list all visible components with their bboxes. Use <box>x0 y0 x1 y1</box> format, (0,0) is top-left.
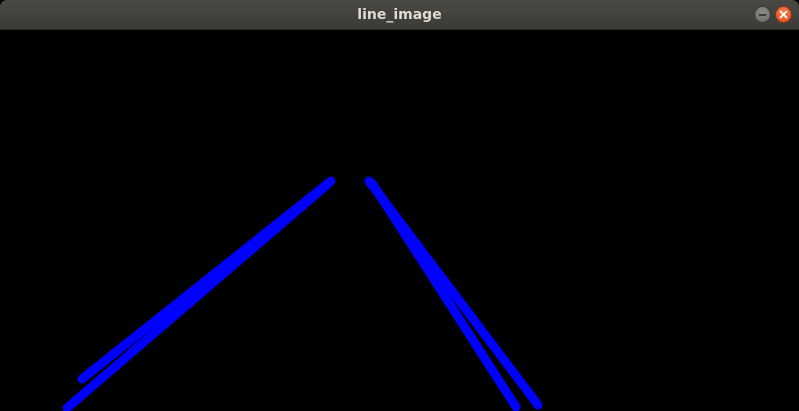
image-canvas <box>0 30 799 411</box>
line-image-drawing <box>0 30 799 411</box>
close-button[interactable] <box>775 6 792 23</box>
image-window: line_image <box>0 0 799 411</box>
minimize-button[interactable] <box>754 6 771 23</box>
title-bar[interactable]: line_image <box>0 0 799 30</box>
window-controls <box>754 6 792 23</box>
window-title: line_image <box>357 7 442 23</box>
close-icon <box>779 10 788 19</box>
